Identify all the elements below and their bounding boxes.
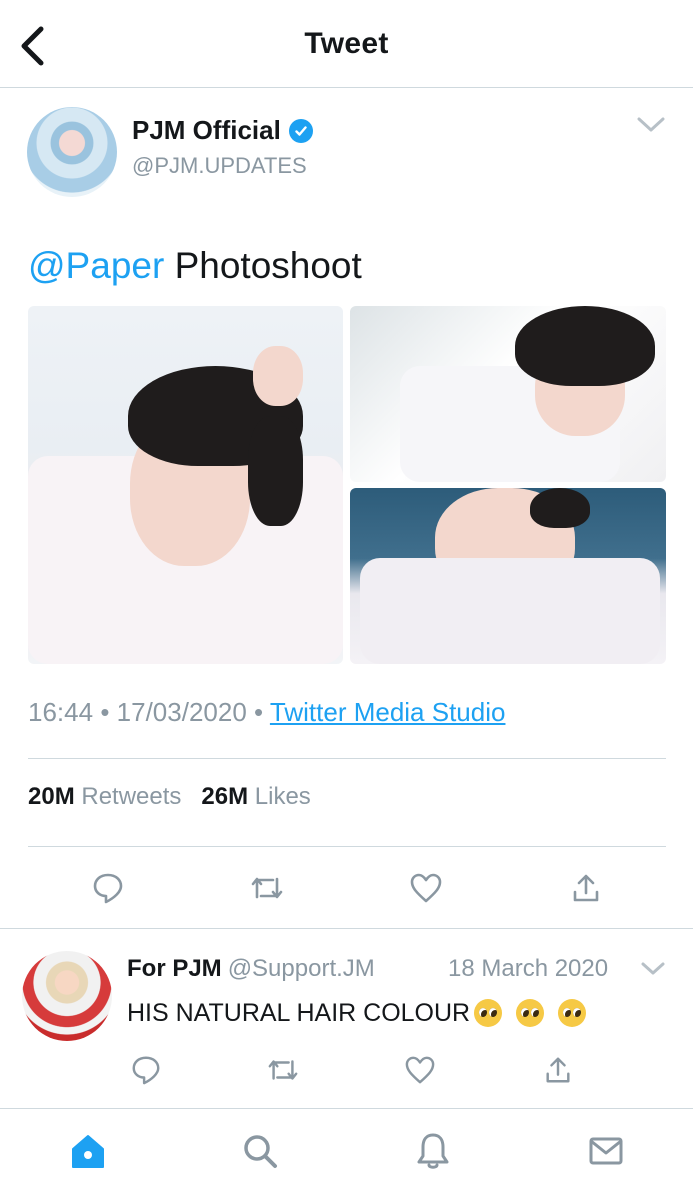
- tab-home[interactable]: [66, 1129, 110, 1173]
- tab-search[interactable]: [238, 1129, 282, 1173]
- divider: [28, 758, 666, 759]
- meta-separator-2: •: [254, 697, 264, 727]
- media-image-2[interactable]: [350, 306, 666, 482]
- reply-header: For PJM @Support.JM: [127, 955, 375, 983]
- reply-author-handle[interactable]: @Support.JM: [228, 955, 375, 982]
- author-name: PJM Official: [132, 115, 281, 145]
- likes-stat[interactable]: 26M Likes: [201, 783, 310, 810]
- verified-badge-icon: [288, 118, 313, 143]
- reply-avatar[interactable]: [22, 951, 112, 1041]
- reply-share-button[interactable]: [538, 1050, 578, 1090]
- notifications-icon: [417, 1133, 449, 1169]
- reply-reply-button[interactable]: [126, 1050, 166, 1090]
- share-button[interactable]: [566, 868, 606, 908]
- reply-text: HIS NATURAL HAIR COLOUR: [127, 999, 587, 1028]
- like-icon: [410, 873, 442, 903]
- reply-author-name[interactable]: For PJM: [127, 955, 222, 982]
- bottom-tab-bar: [0, 1108, 693, 1200]
- home-icon: [72, 1135, 104, 1168]
- reply-retweet-button[interactable]: [263, 1050, 303, 1090]
- top-bar: Tweet: [0, 0, 693, 88]
- share-icon: [573, 874, 599, 902]
- tweet-text: @Paper Photoshoot: [28, 245, 362, 287]
- chevron-down-icon[interactable]: [640, 959, 666, 979]
- search-icon: [244, 1135, 277, 1168]
- author-avatar[interactable]: [27, 107, 117, 197]
- reply-date: 18 March 2020: [448, 955, 609, 982]
- source-link[interactable]: Twitter Media Studio: [270, 697, 506, 727]
- retweet-icon: [251, 877, 283, 899]
- author-name-row[interactable]: PJM Official: [132, 115, 313, 146]
- meta-separator-1: •: [100, 697, 110, 727]
- divider: [28, 846, 666, 847]
- reply-button[interactable]: [88, 868, 128, 908]
- author-handle[interactable]: @PJM.UPDATES: [132, 153, 307, 179]
- reply-icon: [132, 1056, 160, 1085]
- reply-text-body: HIS NATURAL HAIR COLOUR: [127, 999, 471, 1027]
- media-image-1[interactable]: [28, 306, 343, 664]
- retweets-stat[interactable]: 20M Retweets: [28, 783, 181, 810]
- page-title: Tweet: [304, 27, 389, 60]
- tweet-date: 17/03/2020: [116, 697, 247, 727]
- retweet-icon: [268, 1060, 298, 1080]
- tweet-time: 16:44: [28, 697, 94, 727]
- retweet-button[interactable]: [247, 868, 287, 908]
- tab-notifications[interactable]: [411, 1129, 455, 1173]
- share-icon: [546, 1057, 570, 1083]
- media-image-3[interactable]: [350, 488, 666, 664]
- pleading-face-emoji-icon: [474, 999, 503, 1027]
- pleading-face-emoji-icon: [516, 999, 545, 1027]
- reply-icon: [93, 873, 123, 904]
- messages-icon: [589, 1137, 623, 1165]
- mention-link[interactable]: @Paper: [28, 245, 164, 286]
- reply-like-button[interactable]: [400, 1050, 440, 1090]
- reply-tweet[interactable]: For PJM @Support.JM 18 March 2020 HIS NAT…: [0, 929, 693, 1107]
- like-icon: [405, 1056, 435, 1084]
- media-grid: [28, 306, 666, 665]
- chevron-down-icon[interactable]: [636, 113, 666, 137]
- like-button[interactable]: [406, 868, 446, 908]
- tweet-body: Photoshoot: [164, 245, 362, 286]
- tweet-meta: 16:44 • 17/03/2020 • Twitter Media Studi…: [28, 697, 505, 728]
- tweet-stats: 20M Retweets 26M Likes: [28, 783, 311, 811]
- tab-messages[interactable]: [584, 1129, 628, 1173]
- pleading-face-emoji-icon: [558, 999, 587, 1027]
